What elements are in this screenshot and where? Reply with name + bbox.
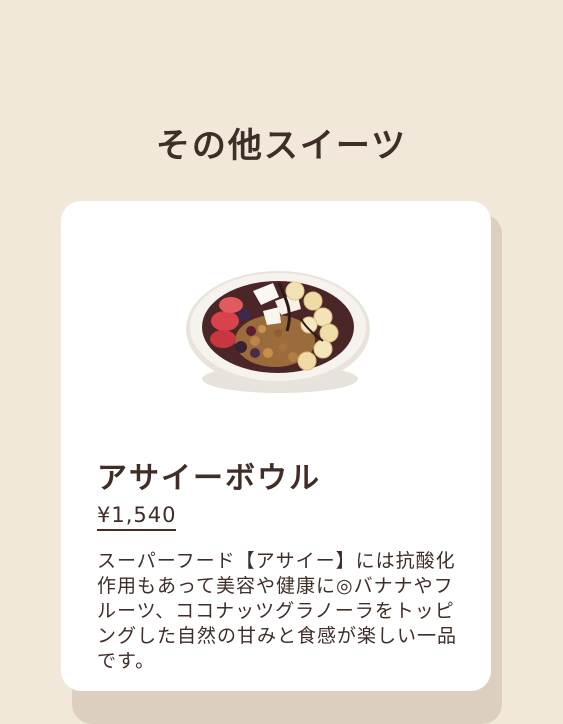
product-card[interactable]: アサイーボウル ¥1,540 スーパーフード【アサイー】には抗酸化作用もあって美…: [61, 201, 491, 691]
section-title: その他スイーツ: [155, 126, 408, 166]
product-description: スーパーフード【アサイー】には抗酸化作用もあって美容や健康に◎バナナやフルーツ、…: [97, 550, 458, 672]
product-price: ¥1,540: [97, 503, 177, 531]
acai-bowl-image: [186, 271, 370, 393]
product-name: アサイーボウル: [97, 461, 321, 496]
